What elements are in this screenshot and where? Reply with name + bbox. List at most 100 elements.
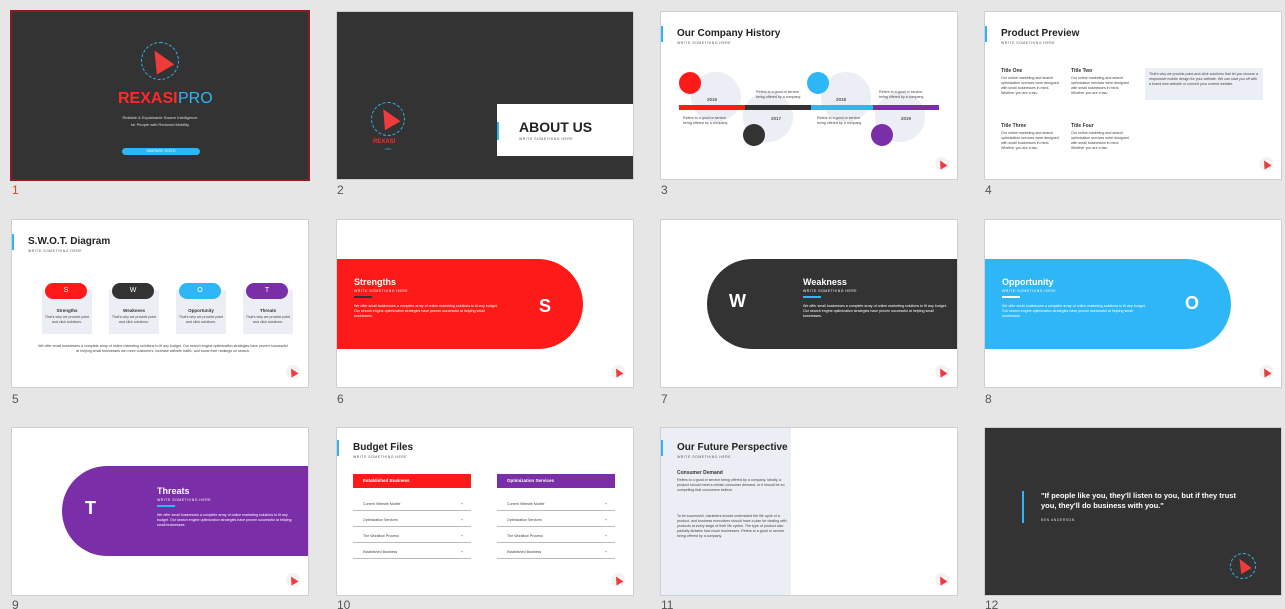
budget-row-1-1: Current Website Mobile: [363, 502, 401, 506]
logo-icon: [286, 573, 300, 587]
slide-thumbnail-6[interactable]: Strengths WRITE SOMETHING HERE We offer …: [337, 220, 633, 387]
panel-letter: W: [729, 291, 746, 311]
timeline-bar-dark: [745, 105, 811, 110]
timeline-icon-2017: [743, 124, 765, 146]
slide-thumbnail-9[interactable]: T Threats WRITE SOMETHING HERE We offer …: [12, 428, 308, 595]
panel-body: We offer small businesses a complete arr…: [803, 304, 947, 318]
slide-thumbnail-4[interactable]: Product Preview WRITE SOMETHING HERE Tit…: [985, 12, 1281, 179]
item-text-2: Our online marketing and search optimiza…: [1071, 76, 1129, 95]
logo-icon: [611, 365, 625, 379]
quote-accent: [1022, 491, 1024, 523]
divider: [497, 558, 615, 559]
panel-heading: Strengths: [354, 277, 397, 287]
tagline-2: for People with Reduced Mobility: [130, 122, 190, 127]
divider: [353, 542, 471, 543]
divider: [353, 510, 471, 511]
accent-bar: [12, 234, 14, 250]
slide-thumbnail-8[interactable]: Opportunity WRITE SOMETHING HERE We offe…: [985, 220, 1281, 387]
panel-heading: Threats: [157, 486, 190, 496]
swot-text-t: That's why we provide point and click so…: [245, 315, 291, 324]
divider: [497, 526, 615, 527]
slide-thumbnail-3[interactable]: Our Company History WRITE SOMETHING HERE…: [661, 12, 957, 179]
swot-label-w: Weakness: [123, 308, 145, 313]
divider: [353, 526, 471, 527]
year-2016: 2016: [707, 97, 718, 102]
slide-thumbnail-2[interactable]: REXASI PRO ABOUT US WRITE SOMETHING HERE: [337, 12, 633, 179]
slide-thumbnail-11[interactable]: Our Future Perspective WRITE SOMETHING H…: [661, 428, 957, 595]
panel-body: We offer small businesses a complete arr…: [354, 304, 498, 318]
timeline-bar-red: [679, 105, 745, 110]
panel-letter: T: [85, 498, 96, 518]
slide-number-2: 2: [337, 183, 344, 197]
slide-number-7: 7: [661, 392, 668, 406]
slide-thumbnail-5[interactable]: S.W.O.T. Diagram WRITE SOMETHING HERE S …: [12, 220, 308, 387]
swot-footer: We offer small businesses a complete arr…: [38, 344, 288, 353]
slide-heading: Budget Files: [353, 442, 414, 453]
timeline-icon-2016: [679, 72, 701, 94]
swot-pill-s: S: [45, 283, 87, 299]
slide-subheading: WRITE SOMETHING HERE: [1001, 41, 1056, 45]
item-title-3: Title Three: [1001, 123, 1027, 129]
item-title-4: Title Four: [1071, 123, 1094, 129]
paragraph-2: To be successful, marketers should under…: [677, 514, 787, 538]
budget-plus: +: [461, 502, 464, 506]
budget-header-2: Optimization Services: [497, 474, 615, 488]
accent-bar: [985, 26, 987, 42]
slide-heading: Our Company History: [677, 28, 781, 39]
logo-icon: [935, 573, 949, 587]
slide-number-11: 11: [661, 598, 674, 609]
swot-pill-t: T: [246, 283, 288, 299]
slide-thumbnail-10[interactable]: Budget Files WRITE SOMETHING HERE Establ…: [337, 428, 633, 595]
item-text-3: Our online marketing and search optimiza…: [1001, 131, 1059, 150]
about-heading: ABOUT US: [519, 119, 593, 135]
budget-plus: +: [605, 518, 608, 522]
swot-pill-o: O: [179, 283, 221, 299]
panel-subheading: WRITE SOMETHING HERE: [354, 289, 409, 293]
logo-icon: [1259, 365, 1273, 379]
budget-header-1: Established Business: [353, 474, 471, 488]
brand: REXASI: [373, 139, 396, 145]
section-subtitle: Consumer Demand: [677, 470, 723, 476]
panel-heading: Opportunity: [1002, 277, 1054, 287]
accent-bar: [497, 122, 499, 140]
panel-divider: [1002, 296, 1020, 298]
logo-icon: [935, 365, 949, 379]
timeline-text-2018: Refers to a good or service being offere…: [817, 116, 863, 125]
brand-blue: PRO: [178, 90, 213, 107]
slide-heading: Our Future Perspective: [677, 442, 788, 453]
timeline-bar-purple: [873, 105, 939, 110]
divider: [353, 558, 471, 559]
accent-bar: [661, 440, 663, 456]
budget-plus: +: [461, 534, 464, 538]
logo-icon: [286, 365, 300, 379]
swot-text-s: That's why we provide point and click so…: [44, 315, 90, 324]
threats-panel: [62, 466, 308, 556]
panel-letter: S: [539, 296, 552, 316]
timeline-icon-2018: [807, 72, 829, 94]
budget-plus: +: [461, 518, 464, 522]
divider: [497, 542, 615, 543]
accent-bar: [337, 440, 339, 456]
quote-text: "If people like you, they'll listen to y…: [1041, 491, 1236, 510]
item-title-2: Title Two: [1071, 68, 1093, 74]
slide-heading: S.W.O.T. Diagram: [28, 236, 111, 247]
budget-plus: +: [605, 502, 608, 506]
accent-bar: [661, 26, 663, 42]
slide-thumbnail-1[interactable]: REXASI PRO Reliable & Explainable Swarm …: [12, 12, 308, 179]
panel-subheading: WRITE SOMETHING HERE: [803, 289, 858, 293]
panel-divider: [803, 296, 821, 298]
slide-number-5: 5: [12, 392, 19, 406]
paragraph-1: Refers to a good or service being offere…: [677, 478, 785, 492]
slide-thumbnail-12[interactable]: "If people like you, they'll listen to y…: [985, 428, 1281, 595]
swot-label-t: Threats: [259, 308, 277, 313]
budget-row-2-1: Current Website Mobile: [507, 502, 545, 506]
slide-thumbnail-7[interactable]: W Weakness WRITE SOMETHING HERE We offer…: [661, 220, 957, 387]
budget-plus: +: [461, 550, 464, 554]
budget-row-2-2: Optimization Services: [507, 518, 542, 522]
logo-icon: [935, 157, 949, 171]
brand-red: REXASI: [118, 90, 178, 107]
slide-heading: Product Preview: [1001, 28, 1080, 39]
year-2019: 2019: [901, 116, 912, 121]
slide-subheading: WRITE SOMETHING HERE: [28, 249, 83, 253]
year-2017: 2017: [771, 116, 782, 121]
